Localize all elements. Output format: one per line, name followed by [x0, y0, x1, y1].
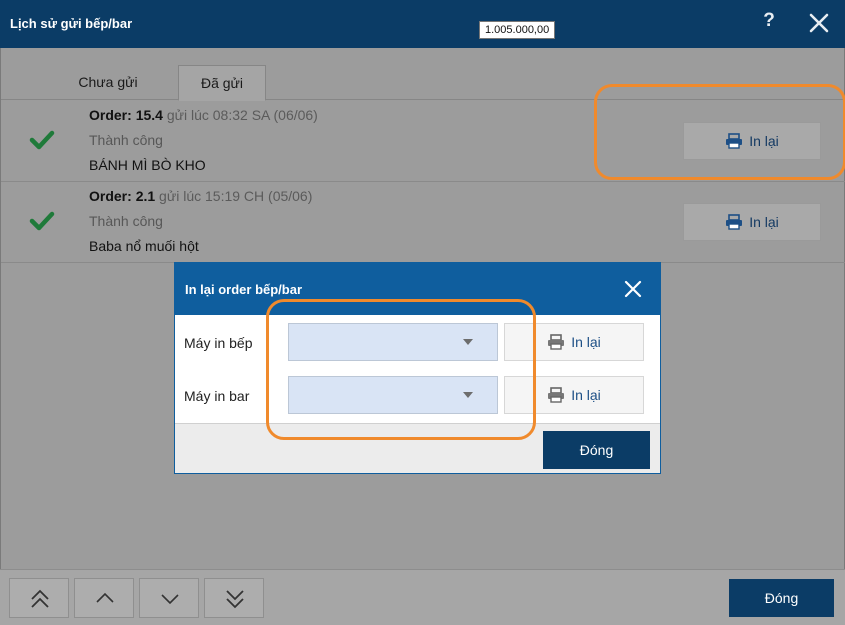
sent-time: gửi lúc 15:19 CH (05/06): [159, 188, 313, 204]
printer-icon: [726, 214, 743, 230]
reprint-label: In lại: [749, 133, 779, 149]
order-status: Thành công: [89, 132, 163, 148]
reprint-button[interactable]: In lại: [683, 122, 821, 160]
reprint-label: In lại: [571, 387, 601, 403]
order-info: Order: 2.1 gửi lúc 15:19 CH (05/06): [89, 188, 312, 204]
printer-icon: [548, 387, 565, 403]
bar-printer-label: Máy in bar: [184, 388, 250, 404]
bar-printer-row: Máy in bar In lại: [175, 371, 660, 423]
scroll-bottom-button[interactable]: [204, 578, 264, 618]
chevron-up-icon: [96, 592, 114, 603]
reprint-dialog: In lại order bếp/bar Máy in bếp In lại M…: [174, 262, 661, 474]
order-info: Order: 15.4 gửi lúc 08:32 SA (06/06): [89, 107, 318, 123]
close-icon[interactable]: [806, 10, 832, 36]
check-icon: [29, 210, 55, 232]
reprint-button[interactable]: In lại: [683, 203, 821, 241]
sent-time: gửi lúc 08:32 SA (06/06): [166, 107, 318, 123]
order-number: 2.1: [135, 188, 156, 204]
tab-strip: Chưa gửi Đã gửi: [1, 48, 845, 101]
scroll-up-button[interactable]: [74, 578, 134, 618]
caret-down-icon: [463, 392, 473, 398]
title-bar: Lịch sử gửi bếp/bar 1.005.000,00 ?: [0, 0, 845, 48]
dialog-title: In lại order bếp/bar: [185, 282, 303, 297]
double-chevron-down-icon: [226, 590, 244, 609]
printer-icon: [548, 334, 565, 350]
order-item: Baba nổ muối hột: [89, 238, 199, 254]
window-title: Lịch sử gửi bếp/bar: [10, 16, 133, 31]
dialog-footer: Đóng: [175, 423, 660, 473]
order-row: Order: 2.1 gửi lúc 15:19 CH (05/06) Thàn…: [1, 182, 845, 263]
bottom-toolbar: Đóng: [0, 569, 845, 625]
kitchen-reprint-button[interactable]: In lại: [504, 323, 644, 361]
dialog-close-button[interactable]: Đóng: [543, 431, 650, 469]
kitchen-printer-label: Máy in bếp: [184, 335, 253, 351]
order-prefix: Order:: [89, 107, 132, 123]
close-button[interactable]: Đóng: [729, 579, 834, 617]
printer-icon: [726, 133, 743, 149]
tab-sent[interactable]: Đã gửi: [178, 65, 266, 101]
order-status: Thành công: [89, 213, 163, 229]
order-item: BÁNH MÌ BÒ KHO: [89, 157, 206, 173]
order-row: Order: 15.4 gửi lúc 08:32 SA (06/06) Thà…: [1, 101, 845, 182]
caret-down-icon: [463, 339, 473, 345]
reprint-label: In lại: [749, 214, 779, 230]
bar-reprint-button[interactable]: In lại: [504, 376, 644, 414]
amount-tooltip: 1.005.000,00: [479, 21, 556, 39]
kitchen-printer-row: Máy in bếp In lại: [175, 318, 660, 370]
order-number: 15.4: [135, 107, 163, 123]
kitchen-printer-select[interactable]: [288, 323, 498, 361]
check-icon: [29, 129, 55, 151]
chevron-down-icon: [161, 594, 179, 605]
tab-unsent[interactable]: Chưa gửi: [67, 65, 149, 101]
reprint-label: In lại: [571, 334, 601, 350]
double-chevron-up-icon: [31, 589, 49, 608]
bar-printer-select[interactable]: [288, 376, 498, 414]
dialog-header: In lại order bếp/bar: [175, 263, 660, 315]
help-icon[interactable]: ?: [756, 10, 782, 36]
close-icon[interactable]: [622, 278, 644, 300]
scroll-top-button[interactable]: [9, 578, 69, 618]
order-prefix: Order:: [89, 188, 132, 204]
scroll-down-button[interactable]: [139, 578, 199, 618]
